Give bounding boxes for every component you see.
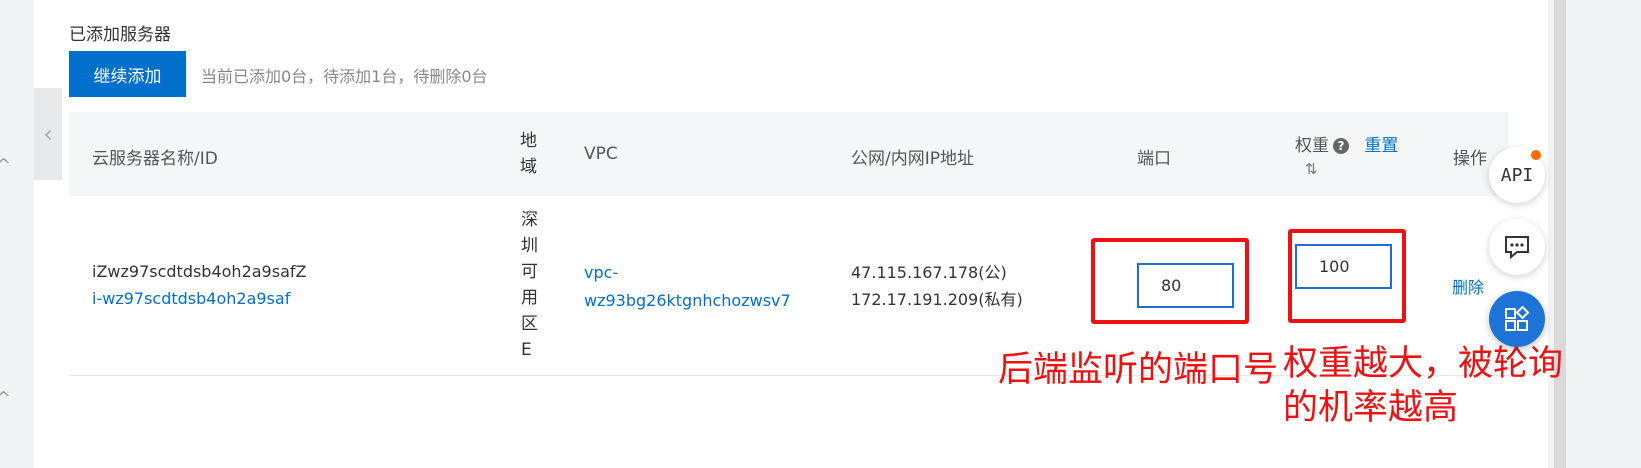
reset-link[interactable]: 重置 [1364,136,1398,156]
scrollbar[interactable] [1554,0,1566,468]
server-id-link[interactable]: i-wz97scdtdsb4oh2a9saf [92,285,290,312]
left-rail: ^ ^ [0,0,35,468]
apps-button[interactable] [1489,291,1545,347]
api-label: API [1500,164,1534,186]
weight-highlight-frame [1288,229,1406,323]
header-port: 端口 [1137,149,1171,169]
ip-public: 47.115.167.178(公) [851,263,1007,282]
sort-icon[interactable]: ⇅ [1305,160,1318,178]
table-header: 云服务器名称/ID 地域 VPC 公网/内网IP地址 端口 权重? 重置 ⇅ 操… [69,112,1509,196]
status-text: 当前已添加0台，待添加1台，待删除0台 [201,67,488,86]
ip-private: 172.17.191.209(私有) [851,290,1023,309]
chat-icon [1505,236,1529,260]
vpc-link-line1[interactable]: vpc- [584,259,618,286]
chevron-left-icon: ‹ [43,120,53,148]
right-rail [1548,0,1641,468]
weight-annotation-line2: 的机率越高 [1283,388,1459,428]
help-icon[interactable]: ? [1333,138,1349,154]
weight-annotation-line1: 权重越大，被轮询 [1283,344,1564,384]
vpc-link-line2[interactable]: wz93bg26ktgnhchozwsv7 [584,287,791,314]
header-name: 云服务器名称/ID [92,149,218,169]
region-cell: 深圳可用区E [521,210,538,360]
header-action: 操作 [1453,149,1487,169]
header-vpc: VPC [584,144,618,164]
header-region: 地域 [520,131,537,177]
caret-icon: ^ [0,155,12,176]
port-highlight-frame [1091,238,1249,324]
continue-add-button[interactable]: 继续添加 [69,51,186,97]
header-weight-label: 权重 [1295,136,1329,156]
header-ip: 公网/内网IP地址 [851,149,974,169]
apps-icon [1505,305,1530,331]
port-annotation: 后端监听的端口号 [998,350,1279,390]
notification-dot [1531,150,1541,160]
delete-link[interactable]: 删除 [1452,274,1484,301]
caret-icon: ^ [0,388,12,409]
section-title: 已添加服务器 [69,25,171,45]
header-weight: 权重? 重置 [1295,131,1398,156]
chat-button[interactable] [1489,219,1545,275]
collapse-tab[interactable]: ‹ [34,88,62,180]
server-name: iZwz97scdtdsb4oh2a9safZ [92,262,307,281]
